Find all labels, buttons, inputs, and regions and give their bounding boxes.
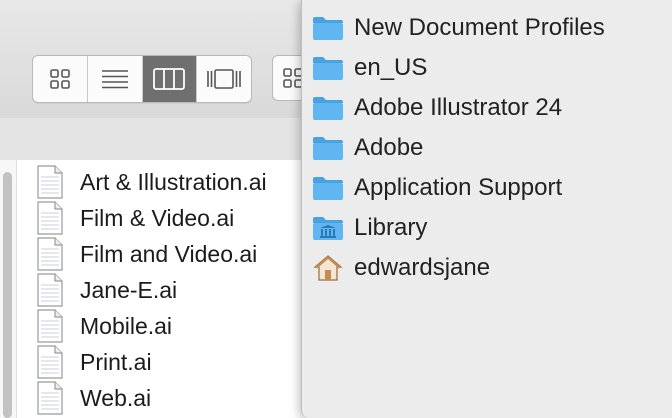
column-view-button[interactable] (142, 56, 198, 102)
grid-icon (50, 69, 70, 89)
gallery-icon (207, 69, 241, 89)
icon-view-button[interactable] (33, 56, 88, 102)
file-list: Art & Illustration.ai Film & Video.ai Fi… (34, 164, 267, 416)
menu-item-label: New Document Profiles (354, 14, 605, 41)
menu-item-label: Adobe Illustrator 24 (354, 94, 563, 121)
file-row[interactable]: Film & Video.ai (34, 200, 267, 236)
file-name: Print.ai (80, 348, 152, 375)
file-name: Web.ai (80, 384, 152, 411)
document-icon (37, 381, 63, 415)
file-name: Mobile.ai (80, 312, 173, 339)
menu-item-label: edwardsjane (354, 254, 491, 281)
file-row[interactable]: Web.ai (34, 380, 267, 416)
menu-item-label: Application Support (354, 174, 563, 201)
document-icon (37, 201, 63, 235)
menu-item-adobe-illustrator-24[interactable]: Adobe Illustrator 24 (302, 88, 672, 128)
document-icon (37, 165, 63, 199)
menu-item-library[interactable]: Library (302, 208, 672, 248)
menu-item-label: Adobe (354, 134, 424, 161)
columns-icon (153, 68, 186, 90)
document-icon (37, 309, 63, 343)
file-name: Jane-E.ai (80, 276, 178, 303)
folder-icon (312, 52, 344, 84)
file-name: Film and Video.ai (80, 240, 258, 267)
path-popup-menu: New Document Profiles en_US Adobe Illust… (301, 0, 672, 418)
gallery-view-button[interactable] (197, 56, 251, 102)
file-name: Art & Illustration.ai (80, 168, 267, 195)
folder-icon (312, 132, 344, 164)
menu-item-edwardsjane[interactable]: edwardsjane (302, 248, 672, 288)
view-switcher (32, 55, 252, 103)
folder-icon (312, 92, 344, 124)
menu-item-adobe[interactable]: Adobe (302, 128, 672, 168)
list-icon (101, 70, 128, 89)
home-icon (312, 252, 344, 284)
file-row[interactable]: Mobile.ai (34, 308, 267, 344)
document-icon (37, 273, 63, 307)
menu-item-label: Library (354, 214, 428, 241)
document-icon (37, 345, 63, 379)
file-row[interactable]: Print.ai (34, 344, 267, 380)
folder-icon (312, 12, 344, 44)
file-row[interactable]: Jane-E.ai (34, 272, 267, 308)
menu-item-application-support[interactable]: Application Support (302, 168, 672, 208)
scrollbar-thumb[interactable] (3, 172, 12, 418)
folder-icon (312, 172, 344, 204)
file-row[interactable]: Art & Illustration.ai (34, 164, 267, 200)
document-icon (37, 237, 63, 271)
menu-item-en-us[interactable]: en_US (302, 48, 672, 88)
library-folder-icon (312, 212, 344, 244)
menu-item-new-document-profiles[interactable]: New Document Profiles (302, 8, 672, 48)
menu-item-label: en_US (354, 54, 428, 81)
file-row[interactable]: Film and Video.ai (34, 236, 267, 272)
file-name: Film & Video.ai (80, 204, 235, 231)
list-view-button[interactable] (88, 56, 143, 102)
